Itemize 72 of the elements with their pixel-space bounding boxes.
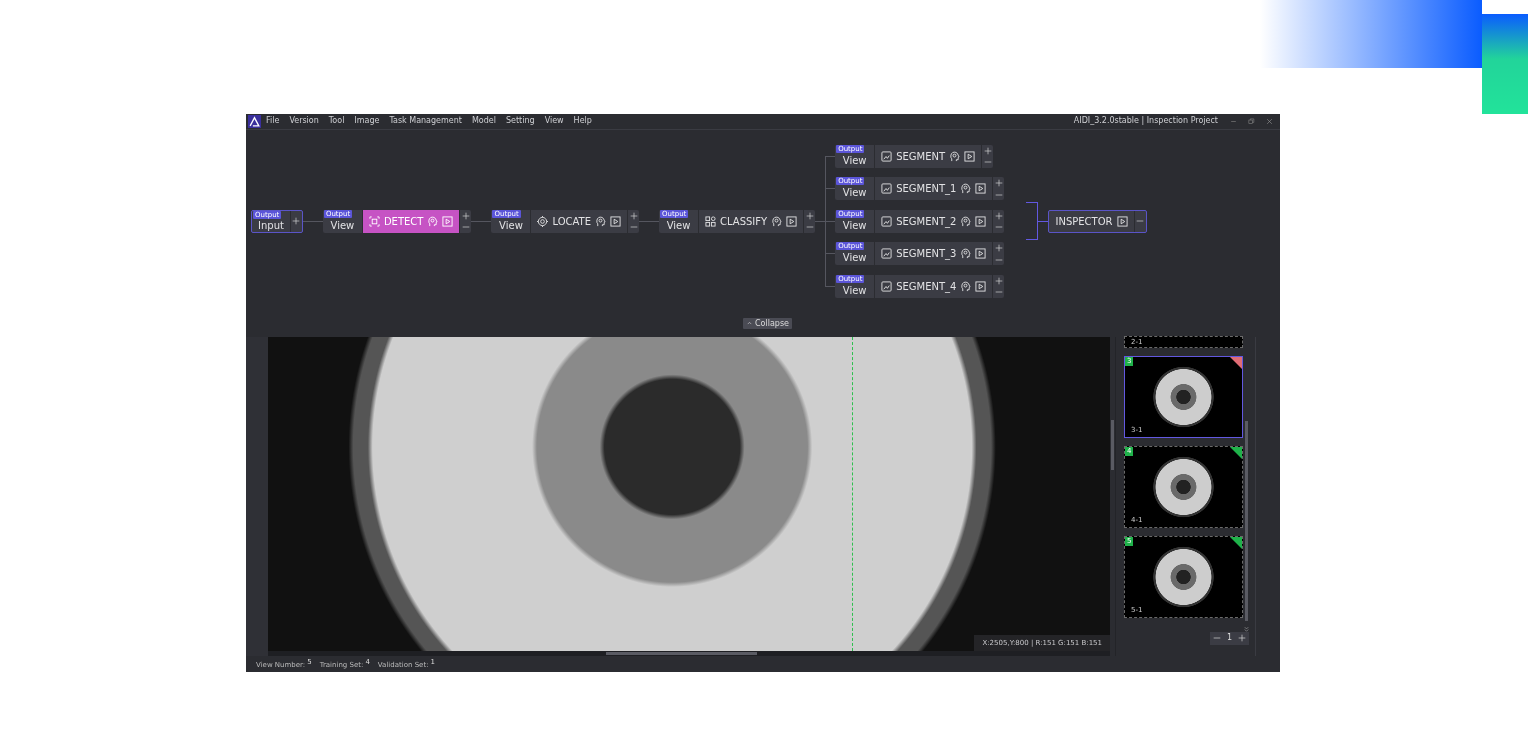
bounding-box-icon (368, 215, 380, 227)
window-title: AIDI_3.2.0stable | Inspection Project (1073, 115, 1218, 128)
menu-item[interactable]: Help (568, 115, 597, 128)
play-icon[interactable] (610, 215, 621, 227)
task-label[interactable]: SEGMENT_1 (896, 181, 957, 197)
page-number: 1 (1226, 632, 1232, 645)
plus-icon[interactable] (983, 146, 992, 155)
scrollbar-thumb[interactable] (1245, 420, 1248, 621)
play-icon[interactable] (975, 280, 987, 292)
minimize-icon[interactable] (1229, 118, 1237, 125)
task-label[interactable]: LOCATE (552, 213, 591, 229)
task-label[interactable]: SEGMENT_3 (896, 246, 957, 262)
head-icon[interactable] (960, 215, 972, 227)
view-label[interactable]: View (842, 219, 867, 231)
task-label[interactable]: CLASSIFY (720, 213, 768, 229)
play-icon[interactable] (975, 248, 987, 260)
head-icon[interactable] (960, 183, 972, 195)
menu-item[interactable]: Model (466, 115, 501, 128)
grid-icon (705, 215, 716, 227)
scrollbar-thumb[interactable] (606, 652, 757, 655)
plus-icon[interactable] (1238, 634, 1246, 643)
plus-icon[interactable] (292, 217, 301, 226)
target-icon (537, 215, 549, 227)
plus-icon[interactable] (629, 211, 638, 220)
chevron-up-icon (746, 319, 753, 327)
plus-icon[interactable] (994, 211, 1003, 220)
node-label[interactable]: INSPECTOR (1055, 213, 1113, 229)
view-label[interactable]: View (842, 187, 867, 199)
head-icon[interactable] (949, 150, 961, 162)
head-icon[interactable] (960, 248, 972, 260)
play-icon[interactable] (1116, 215, 1128, 227)
restore-icon[interactable] (1247, 118, 1255, 125)
menu-item[interactable]: Tool (323, 115, 350, 128)
plus-icon[interactable] (805, 211, 814, 220)
play-icon[interactable] (786, 215, 798, 227)
view-label[interactable]: View (666, 219, 691, 231)
head-icon[interactable] (595, 215, 606, 227)
output-node[interactable]: INSPECTOR (1048, 209, 1147, 233)
plus-icon[interactable] (994, 244, 1003, 253)
app-logo-icon (248, 115, 261, 128)
menu-item[interactable]: Image (349, 115, 385, 128)
view-label[interactable]: View (842, 154, 867, 166)
plus-icon[interactable] (461, 211, 470, 220)
menu-item[interactable]: Version (284, 115, 324, 128)
image-edit-icon (881, 280, 893, 292)
task-label[interactable]: SEGMENT_4 (896, 278, 957, 294)
menu-item[interactable]: File (261, 115, 285, 128)
close-icon[interactable] (1265, 118, 1273, 125)
node-label[interactable]: Input (258, 219, 284, 231)
view-label[interactable]: View (842, 284, 867, 296)
play-icon[interactable] (975, 183, 987, 195)
play-icon[interactable] (975, 215, 987, 227)
collapse-button[interactable]: Collapse (743, 317, 792, 329)
menu-item[interactable]: Setting (500, 115, 540, 128)
plus-icon[interactable] (994, 276, 1003, 285)
menu-item[interactable]: View (539, 115, 569, 128)
scrollbar-thumb[interactable] (1111, 419, 1114, 470)
view-label[interactable]: View (499, 219, 523, 231)
image-edit-icon (881, 215, 893, 227)
double-chevron-icon[interactable] (1243, 625, 1250, 633)
view-label[interactable]: View (842, 252, 867, 264)
image-edit-icon (881, 150, 893, 162)
image-edit-icon (881, 248, 893, 260)
head-icon[interactable] (960, 280, 972, 292)
menu-item[interactable]: Task Management (384, 115, 467, 128)
head-icon[interactable] (771, 215, 783, 227)
task-label[interactable]: SEGMENT_2 (896, 213, 957, 229)
task-label[interactable]: SEGMENT (896, 148, 946, 164)
image-edit-icon (881, 183, 893, 195)
view-label[interactable]: View (330, 219, 355, 231)
play-icon[interactable] (964, 150, 976, 162)
plus-icon[interactable] (994, 179, 1003, 188)
